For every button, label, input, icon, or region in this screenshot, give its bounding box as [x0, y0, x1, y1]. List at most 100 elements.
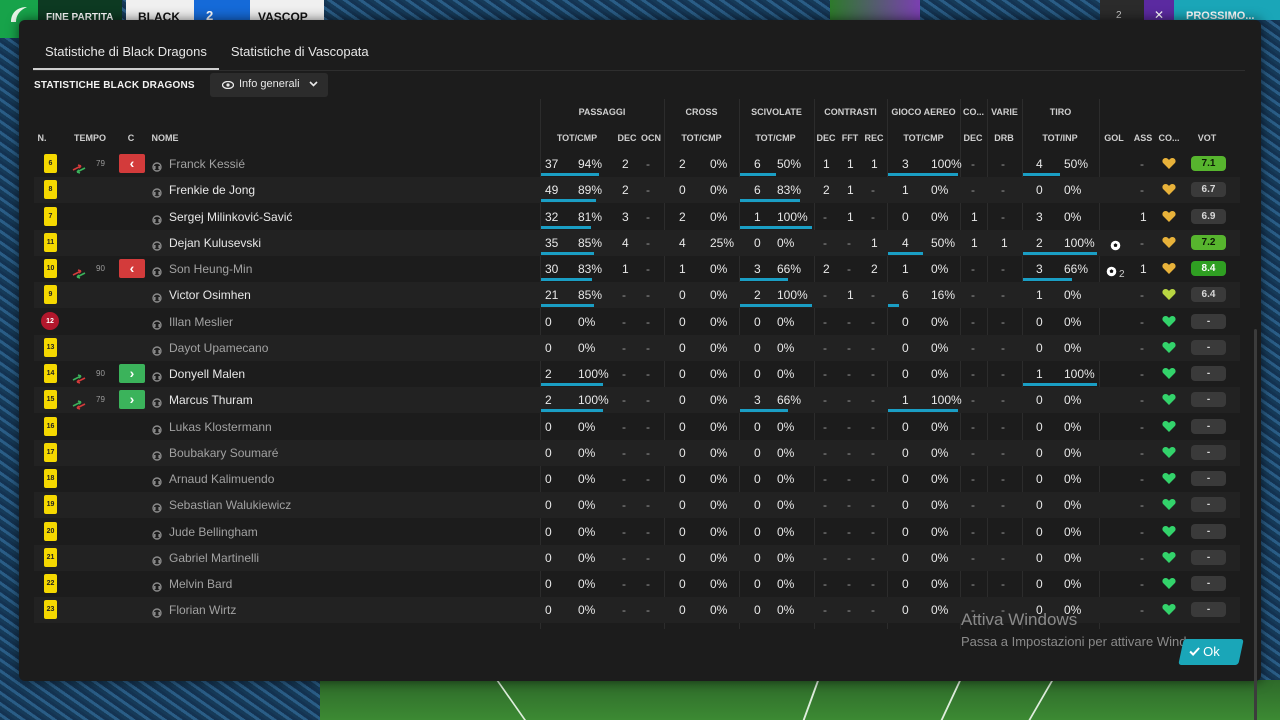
player-name[interactable]: Florian Wirtz	[169, 603, 236, 617]
table-row[interactable]: 21 Gabriel Martinelli 0 0% - - 0 0% 0 0% - - - 0 0% - - 0…	[34, 544, 1240, 571]
shots-total: 1	[1036, 367, 1043, 381]
col-pass-ocn[interactable]: OCN	[640, 133, 662, 143]
co-dec: -	[971, 314, 975, 329]
con-dec: -	[823, 603, 827, 618]
match-status: FINE PARTITA	[38, 0, 122, 23]
con-dec: -	[823, 393, 827, 408]
table-row[interactable]: 15 79 › Marcus Thuram 2 100% - -0 0% 3 66% - - -1 100%…	[34, 387, 1240, 414]
shots-total: 0	[1036, 419, 1043, 434]
table-row[interactable]: 18 Arnaud Kalimuendo 0 0% - - 0 0% 0 0% - - - 0 0% - - 0 0…	[34, 466, 1240, 492]
subbed-out-icon[interactable]: ‹	[119, 259, 145, 278]
view-dropdown[interactable]: Info generali	[210, 73, 328, 97]
player-name[interactable]: Illan Meslier	[169, 315, 233, 329]
condition-heart-icon	[1162, 341, 1176, 359]
player-name[interactable]: Son Heung-Min	[169, 262, 252, 276]
player-name[interactable]: Melvin Bard	[169, 577, 232, 591]
col-c[interactable]: C	[124, 133, 138, 143]
table-row[interactable]: 16 Lukas Klostermann 0 0% - - 0 0% 0 0% - - - 0 0% - - 0 0…	[34, 414, 1240, 440]
table-row[interactable]: 19 Sebastian Walukiewicz 0 0% - - 0 0% 0 0% - - - 0 0%…	[34, 492, 1240, 519]
player-name[interactable]: Arnaud Kalimuendo	[169, 472, 274, 486]
table-row[interactable]: 7 Sergej Milinković-Savić 32 81% 3-2 0% 1 100% -…	[34, 204, 1240, 230]
player-name[interactable]: Lukas Klostermann	[169, 420, 272, 434]
col-co[interactable]: CO...	[1156, 133, 1182, 143]
table-row[interactable]: 13 Dayot Upamecano 0 0% - - 0 0% 0 0% - - - 0 0% - - 0 0% -…	[34, 334, 1240, 361]
player-rating: -	[1191, 366, 1226, 381]
subbed-in-icon[interactable]: ›	[119, 390, 145, 410]
col-tempo[interactable]: TEMPO	[70, 133, 110, 143]
col-con-fft[interactable]: FFT	[840, 133, 860, 143]
col-nome[interactable]: NOME	[149, 133, 181, 143]
next-button[interactable]: PROSSIMO...	[1174, 0, 1280, 20]
col-ass[interactable]: ASS	[1132, 133, 1154, 143]
dribbles: -	[1001, 340, 1005, 355]
player-rating: -	[1191, 497, 1226, 513]
aerial-total: 1	[902, 183, 909, 198]
aerial-percent: 0%	[931, 472, 949, 486]
tackle-total: 0	[754, 340, 761, 355]
pass-percent: 83%	[578, 262, 603, 276]
condition-heart-icon	[1162, 446, 1176, 464]
col-n[interactable]: N.	[34, 133, 50, 143]
player-name[interactable]: Marcus Thuram	[169, 393, 253, 407]
player-name[interactable]: Gabriel Martinelli	[169, 551, 259, 565]
pass-bar	[541, 199, 596, 203]
assists: -	[1140, 550, 1144, 565]
col-tiro-tot[interactable]: TOT/INP	[1032, 133, 1088, 143]
col-con-rec[interactable]: REC	[863, 133, 885, 143]
person-icon	[152, 448, 162, 466]
table-row[interactable]: 8 Frenkie de Jong 49 89% 2 - 0 0% 6 83% 2 1 - 1 0% - - 0 0…	[34, 177, 1240, 204]
player-name[interactable]: Dejan Kulusevski	[169, 236, 261, 250]
shots-percent: 0%	[1064, 314, 1082, 329]
col-vot[interactable]: VOT	[1194, 133, 1220, 143]
shirt-icon: 8	[44, 180, 57, 200]
notification-count[interactable]: 2	[1100, 0, 1144, 21]
col-con-dec[interactable]: DEC	[815, 133, 837, 143]
col-aer-tot[interactable]: TOT/CMP	[896, 133, 951, 143]
con-fft: -	[847, 419, 851, 434]
table-row[interactable]: 22 Melvin Bard 0 0% - - 0 0% 0 0% - - - 0 0% - - 0 0% - -	[34, 571, 1240, 597]
player-name[interactable]: Franck Kessié	[169, 157, 245, 171]
subbed-out-icon[interactable]: ‹	[119, 154, 145, 173]
col-co-dec[interactable]: DEC	[962, 133, 984, 143]
person-icon	[152, 605, 162, 623]
player-name[interactable]: Sebastian Walukiewicz	[169, 498, 291, 512]
table-row[interactable]: 10 90 ‹ Son Heung-Min 30 83% 1 - 1 0% 3 66% 2 - 2 1 0% - -…	[34, 256, 1240, 282]
tab-black-dragons[interactable]: Statistiche di Black Dragons	[33, 42, 219, 70]
subbed-in-icon[interactable]: ›	[119, 364, 145, 383]
player-name[interactable]: Frenkie de Jong	[169, 183, 255, 197]
col-drb[interactable]: DRB	[992, 133, 1016, 143]
player-name[interactable]: Sergej Milinković-Savić	[169, 210, 292, 224]
close-icon[interactable]: ✕	[1144, 0, 1174, 22]
col-pass-tot[interactable]: TOT/CMP	[548, 133, 606, 143]
con-rec: -	[871, 524, 875, 539]
con-dec: 1	[823, 157, 830, 171]
col-pass-dec[interactable]: DEC	[617, 133, 637, 143]
col-gol[interactable]: GOL	[1102, 133, 1126, 143]
player-name[interactable]: Donyell Malen	[169, 367, 245, 381]
scrollbar[interactable]	[1254, 329, 1257, 720]
player-name[interactable]: Boubakary Soumaré	[169, 446, 278, 460]
group-varie: VARIE	[991, 107, 1018, 117]
table-row[interactable]: 12 Illan Meslier 0 0% - - 0 0% 0 0% - - - 0 0% - - 0 0% - -	[34, 309, 1240, 335]
pass-bar	[541, 173, 599, 176]
player-name[interactable]: Dayot Upamecano	[169, 341, 268, 355]
col-cross-tot[interactable]: TOT/CMP	[674, 133, 729, 143]
table-row[interactable]: 20 Jude Bellingham 0 0% - - 0 0% 0 0% - - - 0 0% - - 0 0% -…	[34, 519, 1240, 545]
pass-ocn: -	[646, 235, 650, 250]
pass-percent: 89%	[578, 183, 603, 198]
player-name[interactable]: Victor Osimhen	[169, 288, 251, 302]
table-row[interactable]: 9 Victor Osimhen 21 85% - -0 0% 2 100% -1-6 16% - -1…	[34, 282, 1240, 309]
table-row[interactable]: 14 90 › Donyell Malen 2 100% - -0 0% 0 0% - - -0 0% - -1…	[34, 361, 1240, 387]
tackle-percent: 0%	[777, 419, 795, 434]
col-sciv-tot[interactable]: TOT/CMP	[748, 133, 803, 143]
eye-icon	[222, 81, 234, 89]
aerial-percent: 0%	[931, 262, 949, 276]
windows-watermark-title: Attiva Windows	[961, 610, 1078, 629]
player-name[interactable]: Jude Bellingham	[169, 525, 258, 539]
tab-vascopata[interactable]: Statistiche di Vascopata	[219, 42, 381, 70]
table-row[interactable]: 17 Boubakary Soumaré 0 0% - - 0 0% 0 0% - - - 0 0% - - 0 0…	[34, 439, 1240, 466]
table-row[interactable]: 11 Dejan Kulusevski 35 85% 4-4 25% 0 0% - -1 4 50% 1…	[34, 229, 1240, 256]
table-row[interactable]: 6 79 ‹ Franck Kessié 37 94% 2-2 0% 6 50% 1 1 1 3 100% -…	[34, 151, 1240, 177]
ok-button[interactable]: Ok	[1178, 639, 1244, 665]
substitution-minute: 79	[96, 159, 105, 168]
